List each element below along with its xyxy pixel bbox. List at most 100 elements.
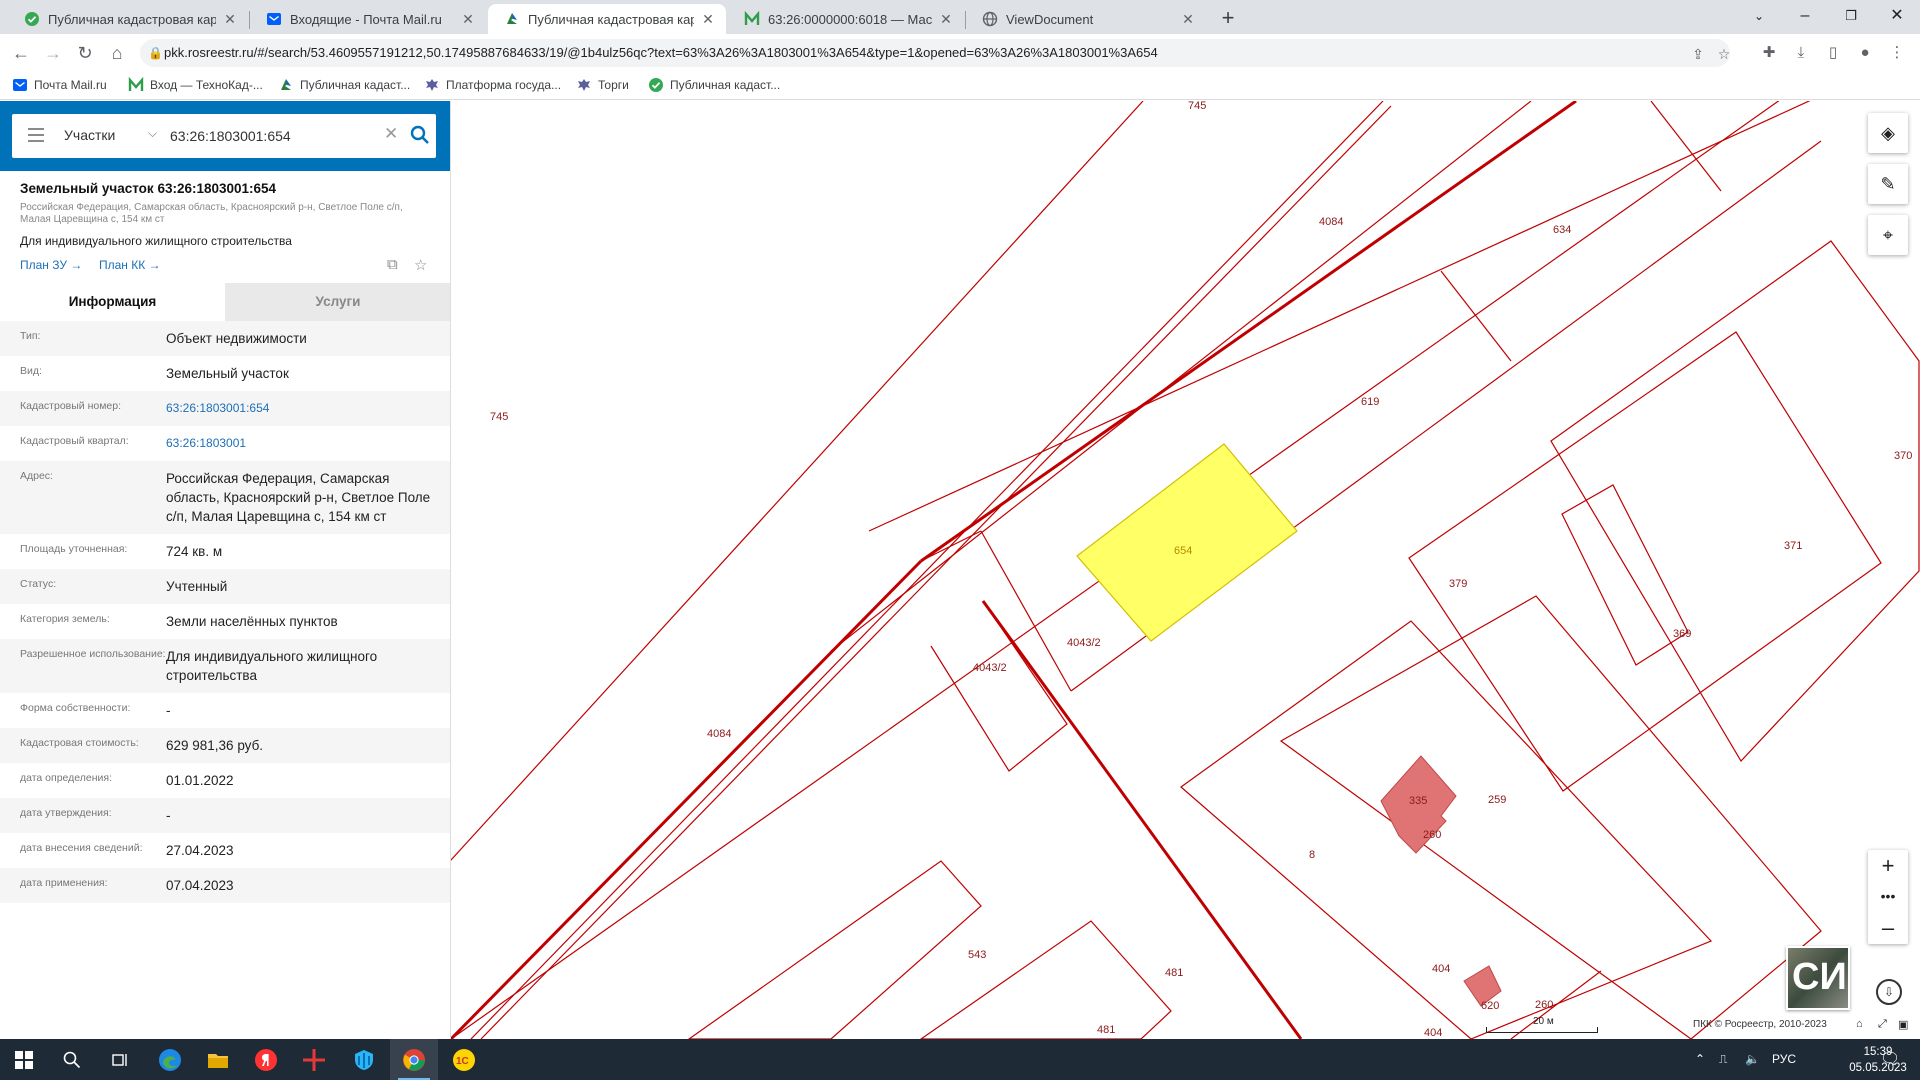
parcel-boundary <box>1440 270 1512 362</box>
explorer-app[interactable] <box>194 1039 242 1080</box>
side-panel-icon[interactable]: ▯ <box>1822 42 1844 64</box>
start-button[interactable] <box>0 1039 48 1080</box>
search-input[interactable] <box>170 125 370 147</box>
close-icon[interactable]: ✕ <box>460 11 476 27</box>
attribute-row: дата применения: 07.04.2023 <box>0 868 450 903</box>
parcel-boundary <box>480 105 1392 1039</box>
tray-expand-icon[interactable]: ⌃ <box>1695 1039 1705 1080</box>
home-icon[interactable]: ⌂ <box>1856 1018 1863 1030</box>
search-type-select[interactable]: Участки <box>64 127 115 143</box>
hamburger-menu-icon[interactable] <box>28 128 44 142</box>
attribute-link[interactable]: 63:26:1803001:654 <box>166 399 441 418</box>
share-map-icon[interactable]: ⤢ <box>1878 1018 1887 1031</box>
layers-button[interactable]: ◈ <box>1868 113 1908 153</box>
attribute-label: дата внесения сведений: <box>20 842 143 854</box>
tab-search-chevron-icon[interactable]: ⌄ <box>1736 0 1782 34</box>
attribute-label: дата применения: <box>20 877 108 889</box>
download-icon[interactable]: ⤓ <box>1790 42 1812 64</box>
object-address: Российская Федерация, Самарская область,… <box>20 202 403 225</box>
attribute-value: Земли населённых пунктов <box>166 614 338 629</box>
notifications-icon[interactable]: 🗨 <box>1880 1039 1900 1080</box>
close-window-button[interactable]: ✕ <box>1874 0 1920 34</box>
search-taskbar-button[interactable] <box>48 1039 96 1080</box>
close-icon[interactable]: ✕ <box>1180 11 1196 27</box>
attribute-label: Кадастровая стоимость: <box>20 737 139 749</box>
locate-button[interactable]: ⌖ <box>1868 215 1908 255</box>
cadastral-map[interactable]: 745 4084 634 619 745 370 654 371 379 404… <box>451 101 1920 1039</box>
bookmark-item[interactable]: Вход — ТехноКад-... <box>128 76 263 94</box>
tab-information[interactable]: Информация <box>0 283 225 321</box>
attribute-value: Учтенный <box>166 579 228 594</box>
zoom-more-button[interactable]: ••• <box>1868 881 1908 912</box>
browser-tab-3[interactable]: Публичная кадастровая карта ✕ <box>488 4 726 34</box>
bookmark-item[interactable]: Платформа госуда... <box>424 76 561 94</box>
back-button[interactable]: ← <box>8 40 34 66</box>
compass-button[interactable]: ⇩ <box>1876 979 1902 1005</box>
plan-kk-link[interactable]: План КК → <box>99 258 161 272</box>
bookmark-label: Публичная кадаст... <box>300 78 411 92</box>
new-tab-button[interactable]: + <box>1215 6 1241 32</box>
lock-icon: 🔒 <box>148 46 163 60</box>
extensions-icon[interactable]: ✚ <box>1758 42 1780 64</box>
address-bar[interactable]: 🔒 pkk.rosreestr.ru/#/search/53.460955719… <box>140 39 1730 67</box>
close-icon[interactable]: ✕ <box>938 11 954 27</box>
profile-icon[interactable]: ● <box>1854 42 1876 64</box>
parcel-label: 379 <box>1449 578 1467 590</box>
parcel-label: 404 <box>1424 1027 1442 1039</box>
search-icon[interactable] <box>410 125 430 145</box>
zoom-in-button[interactable]: + <box>1868 850 1908 881</box>
mail-icon <box>13 79 27 91</box>
measure-button[interactable]: ✎ <box>1868 164 1908 204</box>
input-language[interactable]: РУС <box>1772 1039 1796 1080</box>
attribute-link[interactable]: 63:26:1803001 <box>166 434 441 453</box>
road-boundary-thick <box>981 600 1303 1039</box>
browser-tab-4[interactable]: 63:26:0000000:6018 — Массовая ✕ <box>728 4 964 34</box>
clock[interactable]: 15:39 05.05.2023 <box>1843 1044 1913 1076</box>
browser-tab-5[interactable]: ViewDocument ✕ <box>966 4 1206 34</box>
chrome-app[interactable] <box>390 1039 438 1080</box>
menu-dots-icon[interactable]: ⋮ <box>1886 42 1908 64</box>
task-view-button[interactable] <box>96 1039 144 1080</box>
chevron-down-icon[interactable]: ⌵ <box>148 126 157 141</box>
reload-button[interactable]: ↻ <box>72 40 98 66</box>
volume-icon[interactable]: 🔈 <box>1745 1039 1760 1080</box>
1c-app[interactable]: 1С <box>440 1039 488 1080</box>
forward-button[interactable]: → <box>40 40 66 66</box>
clear-icon[interactable]: ✕ <box>384 124 398 144</box>
yandex-app[interactable] <box>242 1039 290 1080</box>
close-icon[interactable]: ✕ <box>222 11 238 27</box>
basemap-switcher[interactable]: СИ <box>1786 946 1850 1010</box>
pinned-app-red[interactable] <box>290 1039 338 1080</box>
rosreestr-icon <box>507 13 517 24</box>
network-icon[interactable]: ⎍ <box>1719 1039 1727 1080</box>
bookmark-item[interactable]: Торги <box>576 76 629 94</box>
pinned-app-blue[interactable] <box>340 1039 388 1080</box>
attribute-label: Статус: <box>20 578 57 590</box>
plan-zu-link[interactable]: План ЗУ → <box>20 258 82 272</box>
1c-icon: 1С <box>453 1048 475 1071</box>
star-icon[interactable]: ☆ <box>1714 44 1730 64</box>
zoom-out-button[interactable]: – <box>1868 912 1908 943</box>
minimize-button[interactable]: – <box>1782 0 1828 34</box>
bookmark-item[interactable]: Почта Mail.ru <box>12 76 107 94</box>
home-button[interactable]: ⌂ <box>104 40 130 66</box>
restore-button[interactable]: ❐ <box>1828 0 1874 34</box>
zoom-to-object-icon[interactable]: ⧉ <box>387 256 398 273</box>
print-icon[interactable]: ▣ <box>1898 1018 1908 1031</box>
close-icon[interactable]: ✕ <box>700 11 716 27</box>
folder-icon <box>208 1053 228 1068</box>
edge-app[interactable] <box>146 1039 194 1080</box>
bookmark-item[interactable]: Публичная кадаст... <box>278 76 410 94</box>
attribute-label: Разрешенное использование: <box>20 648 166 660</box>
browser-tab-2[interactable]: Входящие - Почта Mail.ru ✕ <box>250 4 486 34</box>
share-icon[interactable]: ⇪ <box>1688 44 1708 64</box>
globe-icon <box>982 11 998 27</box>
bookmark-item[interactable]: Публичная кадаст... <box>648 76 780 94</box>
bookmark-label: Платформа госуда... <box>446 78 562 92</box>
star-icon[interactable]: ☆ <box>414 256 427 274</box>
browser-tab-1[interactable]: Публичная кадастровая карта ✕ <box>8 4 248 34</box>
tab-services[interactable]: Услуги <box>225 283 450 321</box>
tab-title: Публичная кадастровая карта <box>48 11 216 27</box>
parcel-label: 654 <box>1174 545 1192 557</box>
parcel-label: 4043/2 <box>1067 637 1101 649</box>
